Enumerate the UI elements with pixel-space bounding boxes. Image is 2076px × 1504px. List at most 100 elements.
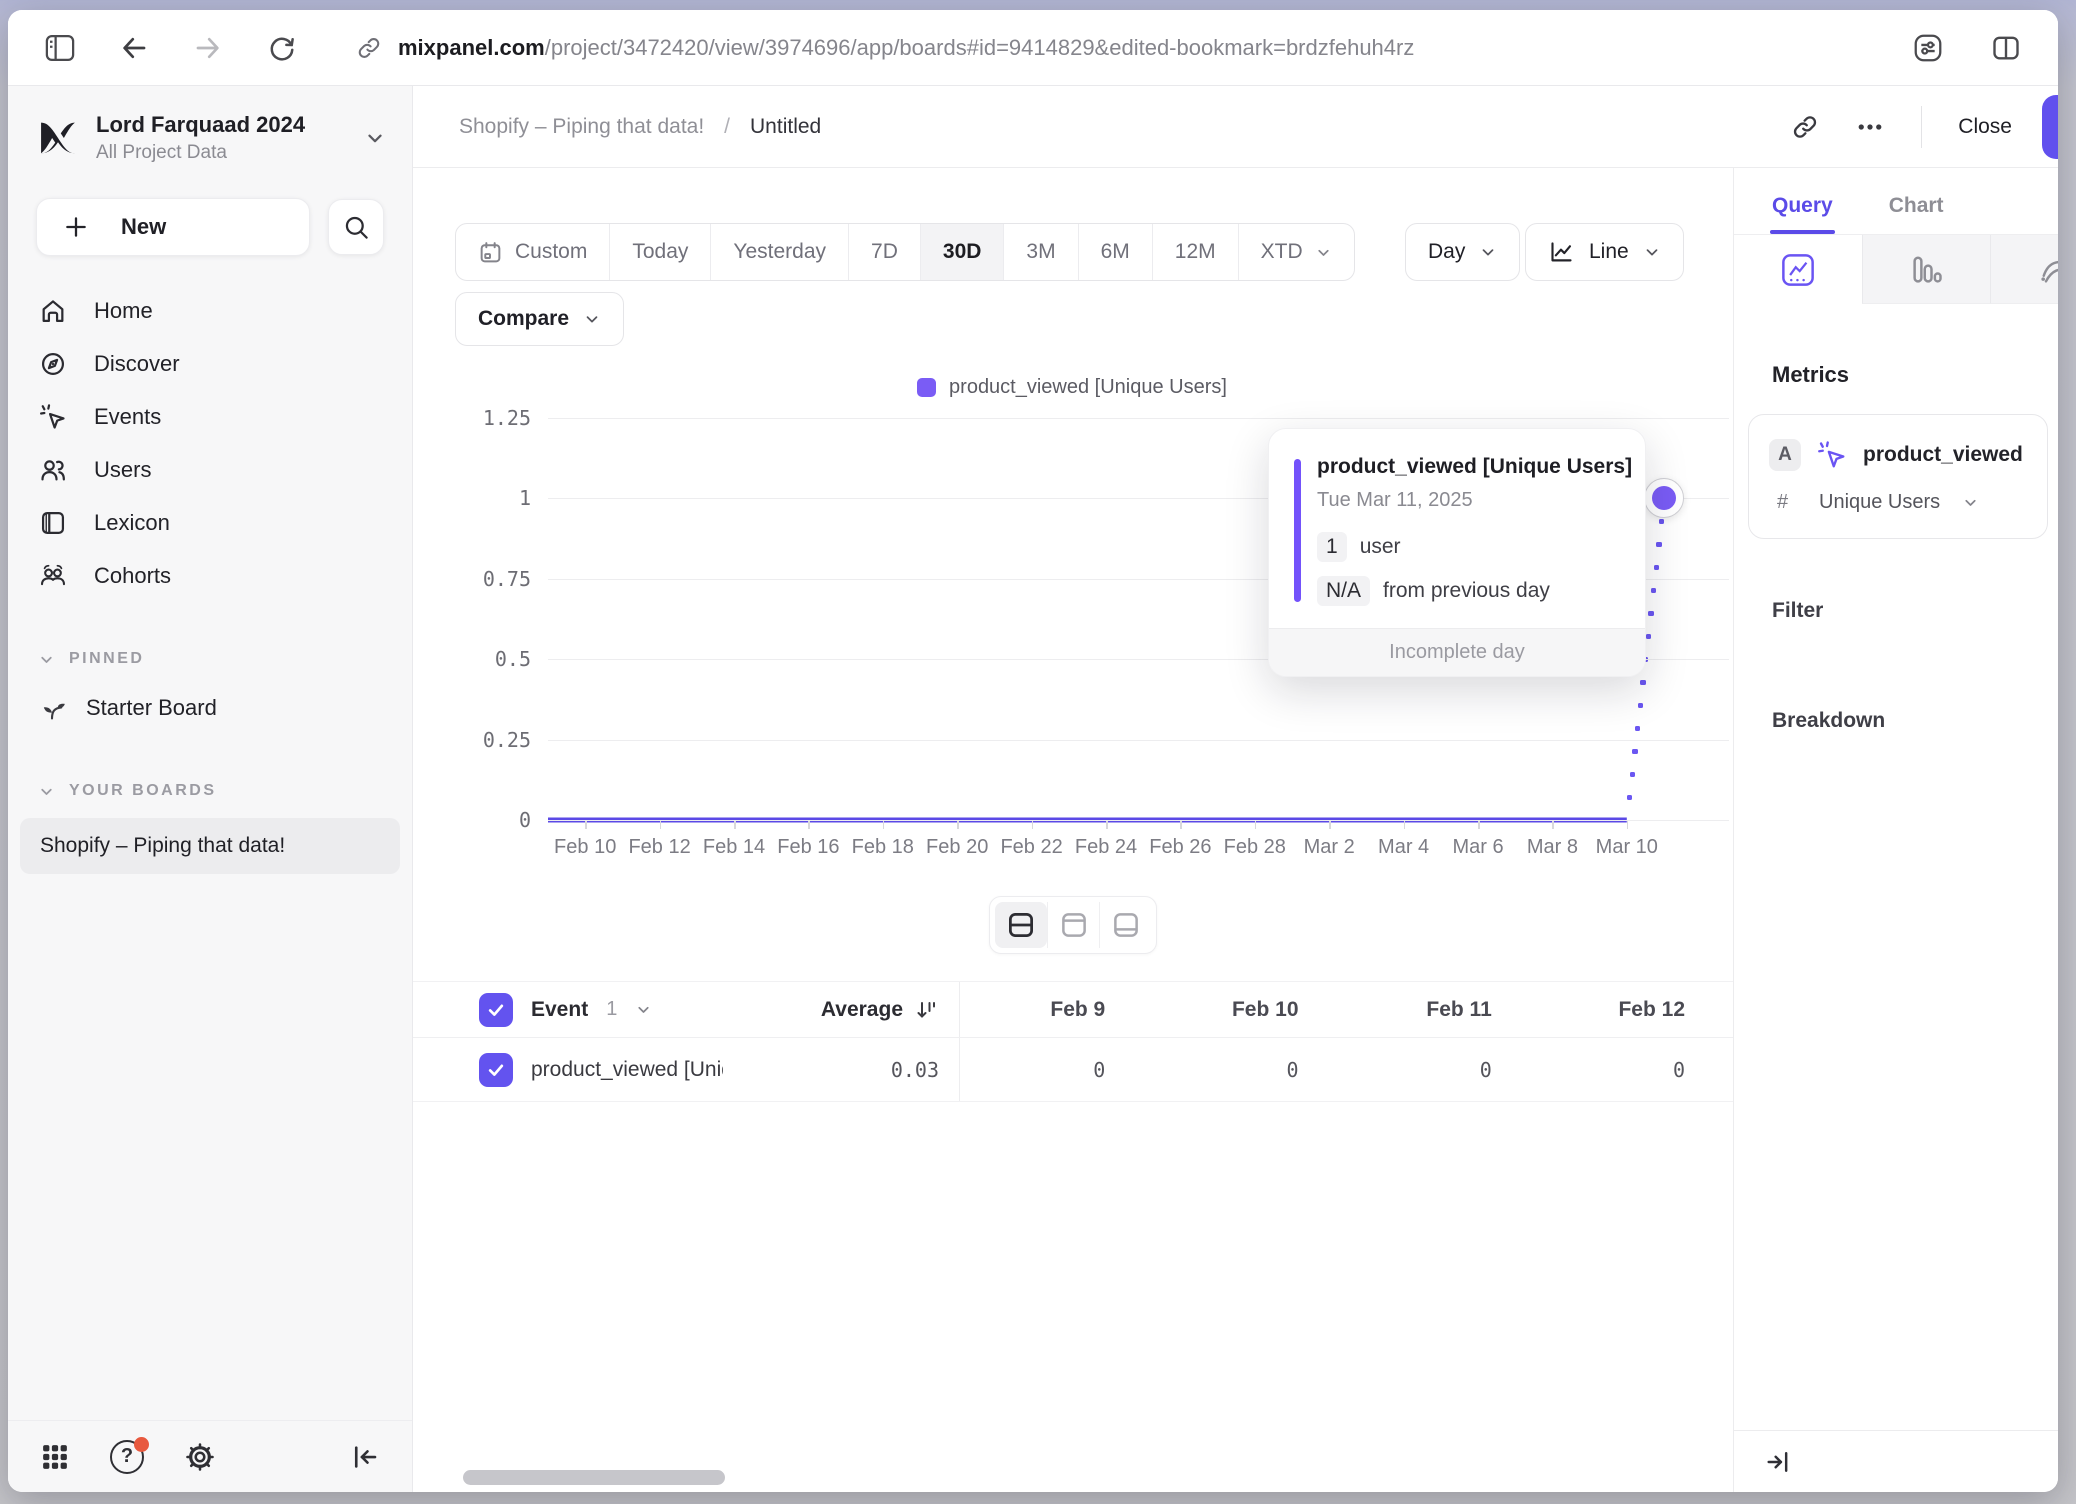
project-switcher[interactable]: Lord Farquaad 2024 All Project Data xyxy=(8,86,412,164)
date-column-header[interactable]: Feb 12 xyxy=(1540,982,1733,1037)
sidebar-item-lexicon[interactable]: Lexicon xyxy=(8,496,412,549)
viz-tab-bar-icon[interactable] xyxy=(1862,235,1990,304)
copy-link-icon[interactable] xyxy=(1791,113,1819,141)
close-button[interactable]: Close xyxy=(1958,115,2012,139)
range-yesterday[interactable]: Yesterday xyxy=(710,224,848,280)
horizontal-scrollbar[interactable] xyxy=(463,1470,725,1485)
cursor-spark-icon xyxy=(38,403,68,431)
dotted-line-dot xyxy=(1648,611,1654,617)
granularity-dropdown[interactable]: Day xyxy=(1405,223,1520,281)
layout-chart-only-icon[interactable] xyxy=(1047,902,1099,948)
x-axis-tick xyxy=(1404,820,1406,829)
chart-type-dropdown[interactable]: Line xyxy=(1525,223,1684,281)
breadcrumb-board[interactable]: Shopify – Piping that data! xyxy=(459,115,704,139)
results-table: Event 1 Average Feb 9 Feb 10 Feb 11 xyxy=(413,981,1733,1102)
event-count: 1 xyxy=(606,998,617,1021)
page-settings-icon[interactable] xyxy=(1906,26,1950,70)
search-button[interactable] xyxy=(328,199,384,255)
range-6m[interactable]: 6M xyxy=(1078,224,1152,280)
chevron-down-icon xyxy=(38,651,55,668)
chevron-down-icon[interactable] xyxy=(635,1001,652,1018)
table-row[interactable]: product_viewed [Uniq... 0.03 0 0 0 0 xyxy=(413,1038,1733,1102)
sidebar-item-board-shopify[interactable]: Shopify – Piping that data! xyxy=(20,818,400,874)
range-today[interactable]: Today xyxy=(609,224,710,280)
chevron-down-icon[interactable] xyxy=(1962,494,1979,511)
back-icon[interactable] xyxy=(112,26,156,70)
sidebar-item-label: Cohorts xyxy=(94,563,171,589)
range-12m[interactable]: 12M xyxy=(1152,224,1238,280)
x-axis-tick xyxy=(957,820,959,829)
range-label: 3M xyxy=(1026,240,1055,264)
your-boards-section-header[interactable]: YOUR BOARDS xyxy=(8,782,412,800)
forward-icon[interactable] xyxy=(186,26,230,70)
sort-icon[interactable] xyxy=(915,998,939,1022)
event-column-header[interactable]: Event xyxy=(531,998,588,1022)
x-axis-label: Mar 6 xyxy=(1452,836,1503,859)
row-checkbox[interactable] xyxy=(479,1053,513,1087)
range-7d[interactable]: 7D xyxy=(848,224,920,280)
sidebar-item-cohorts[interactable]: Cohorts xyxy=(8,549,412,602)
dotted-line-dot xyxy=(1632,749,1638,755)
sidebar-item-label: Lexicon xyxy=(94,510,170,536)
dotted-line-dot xyxy=(1659,519,1665,525)
collapse-sidebar-icon[interactable] xyxy=(350,1442,380,1472)
sidebar-item-discover[interactable]: Discover xyxy=(8,337,412,390)
sidebar-item-events[interactable]: Events xyxy=(8,390,412,443)
tab-chart[interactable]: Chart xyxy=(1889,194,1944,234)
chart-legend[interactable]: product_viewed [Unique Users] xyxy=(413,376,1731,399)
y-axis: 00.250.50.7511.25 xyxy=(413,408,531,888)
range-label: 6M xyxy=(1101,240,1130,264)
x-axis-label: Mar 8 xyxy=(1527,836,1578,859)
metric-badge: A xyxy=(1769,439,1801,471)
date-column-header[interactable]: Feb 11 xyxy=(1347,982,1540,1037)
more-options-icon[interactable] xyxy=(1855,112,1885,142)
tooltip-footer: Incomplete day xyxy=(1269,628,1645,676)
range-30d[interactable]: 30D xyxy=(920,224,1004,280)
date-range-control: Custom Today Yesterday 7D 30D 3M 6M 12M … xyxy=(455,223,1355,281)
apps-grid-icon[interactable] xyxy=(40,1442,70,1472)
average-column-header[interactable]: Average xyxy=(821,998,903,1022)
viz-tab-line-icon[interactable] xyxy=(1734,235,1862,304)
layout-split-horizontal-icon[interactable] xyxy=(995,902,1047,948)
new-button[interactable]: New xyxy=(36,198,310,256)
viz-tab-flow-icon[interactable] xyxy=(1990,235,2058,304)
tooltip-date: Tue Mar 11, 2025 xyxy=(1317,489,1619,512)
sidebar-item-starter-board[interactable]: Starter Board xyxy=(8,682,412,734)
reload-icon[interactable] xyxy=(260,26,304,70)
range-label: Today xyxy=(632,240,688,264)
chart-point-marker[interactable] xyxy=(1644,478,1684,518)
range-label: 12M xyxy=(1175,240,1216,264)
save-button[interactable] xyxy=(2042,95,2058,159)
split-view-icon[interactable] xyxy=(1984,26,2028,70)
url-bar[interactable]: mixpanel.com/project/3472420/view/397469… xyxy=(356,35,1414,61)
range-3m[interactable]: 3M xyxy=(1003,224,1077,280)
tooltip-delta: N/A xyxy=(1317,576,1370,606)
select-all-checkbox[interactable] xyxy=(479,993,513,1027)
pinned-section-header[interactable]: PINNED xyxy=(8,650,412,668)
metric-card[interactable]: A product_viewed # Unique Users xyxy=(1748,414,2048,539)
range-xtd[interactable]: XTD xyxy=(1238,224,1354,280)
metric-event-name[interactable]: product_viewed xyxy=(1863,443,2023,467)
browser-sidebar-toggle-icon[interactable] xyxy=(38,26,82,70)
range-custom[interactable]: Custom xyxy=(456,224,609,280)
range-label: 30D xyxy=(943,240,982,264)
help-icon[interactable]: ? xyxy=(110,1440,144,1474)
x-axis-label: Feb 16 xyxy=(777,836,839,859)
aggregation-label[interactable]: Unique Users xyxy=(1819,491,1940,514)
collapse-panel-icon[interactable] xyxy=(1764,1448,1792,1476)
settings-gear-icon[interactable] xyxy=(184,1441,216,1473)
compare-dropdown[interactable]: Compare xyxy=(455,292,624,346)
date-column-header[interactable]: Feb 10 xyxy=(1153,982,1346,1037)
chevron-down-icon xyxy=(1315,244,1332,261)
sidebar-item-label: Discover xyxy=(94,351,180,377)
sidebar: Lord Farquaad 2024 All Project Data New xyxy=(8,86,413,1492)
date-column-header[interactable]: Feb 9 xyxy=(960,982,1153,1037)
sidebar-item-home[interactable]: Home xyxy=(8,284,412,337)
tab-query[interactable]: Query xyxy=(1772,194,1833,234)
layout-table-only-icon[interactable] xyxy=(1099,902,1151,948)
sidebar-item-users[interactable]: Users xyxy=(8,443,412,496)
breadcrumb-page[interactable]: Untitled xyxy=(750,115,821,139)
y-axis-label: 0.25 xyxy=(483,728,531,752)
range-label: 7D xyxy=(871,240,898,264)
dotted-line-dot xyxy=(1627,795,1633,801)
